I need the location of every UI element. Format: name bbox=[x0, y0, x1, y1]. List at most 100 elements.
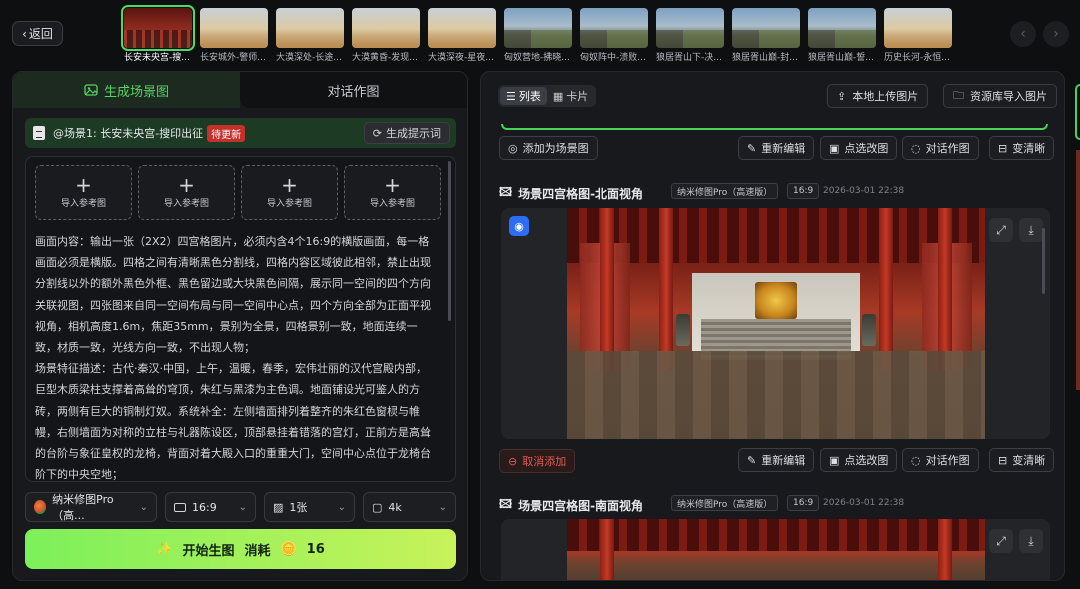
scene-thumbnail-image bbox=[276, 8, 344, 48]
scene-thumbnail[interactable]: 大漠深处-长途... bbox=[276, 8, 344, 63]
count-select[interactable]: ▨ 1张 ⌄ bbox=[264, 492, 355, 522]
dialog-edit-button[interactable]: ◌ 对话作图 bbox=[902, 448, 979, 472]
palace-hall-image[interactable] bbox=[567, 519, 985, 580]
chevron-left-icon: ‹ bbox=[1020, 26, 1026, 42]
generate-prompt-button[interactable]: ⟳ 生成提示词 bbox=[363, 122, 450, 144]
image-icon: 🖾 bbox=[499, 185, 513, 199]
chevron-down-icon: ⌄ bbox=[438, 501, 447, 513]
scene-thumbnail[interactable]: 狼居胥山巅-誓... bbox=[808, 8, 876, 63]
document-icon bbox=[33, 126, 45, 140]
view-list-button[interactable]: ☰ 列表 bbox=[500, 87, 547, 105]
dialog-edit-button[interactable]: ◌ 对话作图 bbox=[902, 136, 979, 160]
import-library-label: 资源库导入图片 bbox=[970, 90, 1047, 103]
sharpen-button[interactable]: ⊟ 变清晰 bbox=[989, 448, 1055, 472]
result-image-frame[interactable]: ⤢ ⤓ bbox=[501, 519, 1050, 580]
model-logo-icon bbox=[34, 500, 47, 514]
scene-thumbnail-strip: 长安未央宫-搜... 长安城外-警师... 大漠深处-长途... 大漠黄昏-发现...… bbox=[121, 5, 952, 63]
generate-prompt-label: 生成提示词 bbox=[386, 127, 441, 140]
import-reference-button[interactable]: + 导入参考图 bbox=[344, 165, 441, 220]
sharpen-label: 变清晰 bbox=[1012, 454, 1046, 467]
ratio-select[interactable]: 16:9 ⌄ bbox=[165, 492, 256, 522]
download-icon[interactable]: ⤓ bbox=[1019, 529, 1043, 553]
view-card-button[interactable]: ▦ 卡片 bbox=[547, 87, 594, 105]
cost-value: 16 bbox=[306, 541, 325, 557]
coin-icon: 🪙 bbox=[280, 541, 297, 557]
scene-thumbnail[interactable]: 大漠黄昏-发现... bbox=[352, 8, 420, 63]
scene-thumbnail-image bbox=[656, 8, 724, 48]
folder-icon: 🗀 bbox=[953, 88, 964, 102]
grid-icon: ▦ bbox=[552, 89, 564, 103]
prompt-text[interactable]: 画面内容：输出一张（2X2）四宫格图片，必须内含4个16:9的横版画面，每一格画… bbox=[26, 220, 455, 481]
cancel-add-button[interactable]: ⊖ 取消添加 bbox=[499, 449, 576, 473]
import-reference-button[interactable]: + 导入参考图 bbox=[35, 165, 132, 220]
scene-thumbnail-image bbox=[428, 8, 496, 48]
result-image-frame[interactable]: ◉ ⤢ ⤓ bbox=[501, 208, 1050, 439]
check-circle-icon: ◎ bbox=[508, 141, 518, 155]
results-panel: ☰ 列表 ▦ 卡片 ⇪ 本地上传图片 🗀 资源库导入图片 ◎ 添加为场景图 ✎ 重新编辑 ▣… bbox=[480, 71, 1065, 581]
import-reference-button[interactable]: + 导入参考图 bbox=[241, 165, 338, 220]
result-title-text: 场景四宫格图-南面视角 bbox=[518, 499, 644, 513]
scene-thumbnail[interactable]: 狼居胥山巅-封... bbox=[732, 8, 800, 63]
scene-thumbnail[interactable]: 长安城外-警师... bbox=[200, 8, 268, 63]
import-reference-label: 导入参考图 bbox=[60, 198, 106, 209]
upload-local-button[interactable]: ⇪ 本地上传图片 bbox=[827, 84, 929, 108]
regen-edit-button[interactable]: ✎ 重新编辑 bbox=[738, 136, 815, 160]
view-list-label: 列表 bbox=[518, 90, 541, 103]
plus-icon: + bbox=[178, 172, 195, 197]
pencil-icon: ✎ bbox=[747, 453, 757, 467]
add-as-scene-button[interactable]: ◎ 添加为场景图 bbox=[499, 136, 598, 160]
bronze-lamp bbox=[862, 314, 877, 347]
point-edit-button[interactable]: ▣ 点选改图 bbox=[820, 448, 898, 472]
prompt-scrollbar[interactable] bbox=[448, 161, 451, 321]
aspect-ratio-icon bbox=[174, 502, 186, 512]
scene-thumbnail[interactable]: 匈奴阵中-溃败... bbox=[580, 8, 648, 63]
bronze-lamp bbox=[675, 314, 690, 347]
start-generate-button[interactable]: ✨ 开始生图 消耗 🪙 16 bbox=[25, 529, 456, 569]
resolution-select[interactable]: ▢ 4k ⌄ bbox=[363, 492, 456, 522]
back-button[interactable]: ‹ 返回 bbox=[12, 21, 63, 46]
tab-dialog-draw[interactable]: 对话作图 bbox=[240, 72, 467, 108]
scene-thumbnail[interactable]: 大漠深夜-星夜... bbox=[428, 8, 496, 63]
scene-thumbnail-label: 狼居胥山巅-誓... bbox=[808, 53, 874, 63]
model-select[interactable]: 纳米修图Pro（高... ⌄ bbox=[25, 492, 157, 522]
ratio-tag: 16:9 bbox=[787, 183, 820, 199]
pillar bbox=[600, 208, 615, 370]
sharpen-button[interactable]: ⊟ 变清晰 bbox=[989, 136, 1055, 160]
scene-thumbnail-label: 历史长河-永恒... bbox=[884, 53, 950, 63]
sharpen-label: 变清晰 bbox=[1012, 142, 1046, 155]
side-panel-preview bbox=[1076, 150, 1080, 390]
model-select-value: 纳米修图Pro（高... bbox=[52, 493, 114, 522]
import-reference-label: 导入参考图 bbox=[266, 198, 312, 209]
tab-generate-scene[interactable]: 生成场景图 bbox=[13, 72, 240, 108]
scene-thumbnail-label: 匈奴阵中-溃败... bbox=[580, 53, 646, 63]
scene-label: @场景1: 长安未央宫-搜印出征 bbox=[53, 127, 204, 140]
scene-thumbnail[interactable]: 狼居胥山下-决... bbox=[656, 8, 724, 63]
scene-thumbnail[interactable]: 匈奴营地-拂晓... bbox=[504, 8, 572, 63]
expand-icon[interactable]: ⤢ bbox=[989, 529, 1013, 553]
regen-edit-button[interactable]: ✎ 重新编辑 bbox=[738, 448, 815, 472]
palace-hall-image[interactable] bbox=[567, 208, 985, 439]
result-scrollbar[interactable] bbox=[1042, 228, 1045, 294]
list-icon: ☰ bbox=[506, 89, 516, 103]
count-select-value: 1张 bbox=[289, 501, 308, 514]
scene-thumbnail[interactable]: 长安未央宫-搜... bbox=[121, 5, 195, 63]
model-tag: 纳米修图Pro（高速版） bbox=[671, 495, 779, 511]
expand-icon[interactable]: ⤢ bbox=[989, 218, 1013, 242]
point-edit-button[interactable]: ▣ 点选改图 bbox=[820, 136, 898, 160]
tab-generate-label: 生成场景图 bbox=[103, 84, 169, 100]
result-title-text: 场景四宫格图-北面视角 bbox=[518, 187, 644, 201]
prev-arrow-button[interactable]: ‹ bbox=[1010, 21, 1036, 47]
import-reference-button[interactable]: + 导入参考图 bbox=[138, 165, 235, 220]
next-arrow-button[interactable]: › bbox=[1043, 21, 1069, 47]
scene-thumbnail-image bbox=[352, 8, 420, 48]
download-icon[interactable]: ⤓ bbox=[1019, 218, 1043, 242]
app-logo-icon: ◉ bbox=[509, 216, 529, 236]
scene-thumbnail[interactable]: 历史长河-永恒... bbox=[884, 8, 952, 63]
add-as-scene-label: 添加为场景图 bbox=[522, 142, 589, 155]
ceiling-beams bbox=[567, 519, 985, 551]
prompt-editor[interactable]: + 导入参考图 + 导入参考图 + 导入参考图 + 导入参考图 画面内容：输出一张（2X… bbox=[25, 156, 456, 482]
tiled-floor bbox=[567, 351, 985, 439]
import-library-button[interactable]: 🗀 资源库导入图片 bbox=[943, 84, 1057, 108]
scene-thumbnail-image bbox=[200, 8, 268, 48]
image-count-icon: ▨ bbox=[273, 500, 284, 514]
